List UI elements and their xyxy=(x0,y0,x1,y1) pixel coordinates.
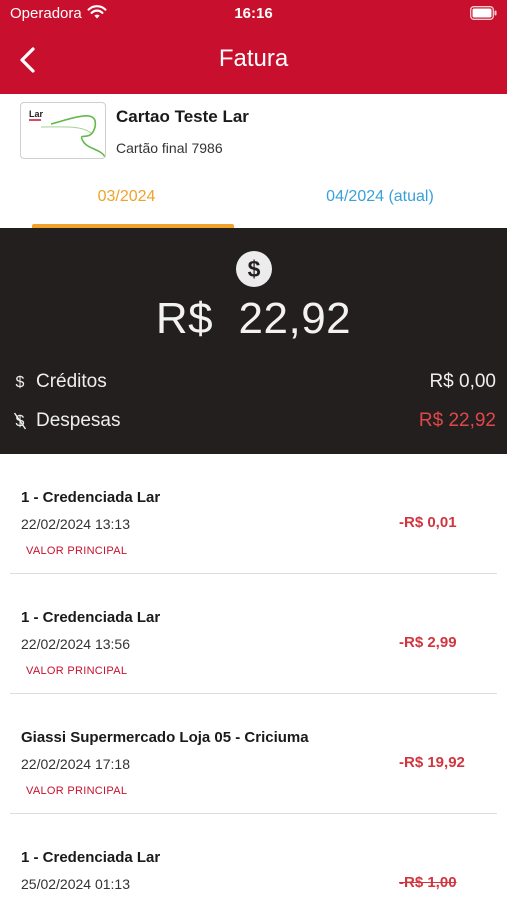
dollar-circle-icon: $ xyxy=(236,251,272,287)
app-header: Operadora 16:16 Fatura xyxy=(0,0,507,94)
clock: 16:16 xyxy=(234,5,273,22)
period-tabs: 03/2024 04/2024 (atual) xyxy=(0,170,507,228)
credits-label: Créditos xyxy=(36,371,107,392)
expenses-row: $ Despesas R$ 22,92 xyxy=(0,407,507,437)
invoice-summary: $ R$ 22,92 $ Créditos R$ 0,00 $ Despesas… xyxy=(0,228,507,454)
card-info: Lar xyxy=(0,94,507,170)
dollar-icon: $ xyxy=(16,374,25,391)
credits-row: $ Créditos R$ 0,00 xyxy=(0,368,507,398)
transaction-tag: VALOR PRINCIPAL xyxy=(26,545,128,557)
transaction-title: 1 - Credenciada Lar xyxy=(21,849,161,866)
transaction-title: 1 - Credenciada Lar xyxy=(21,609,161,626)
transaction-item[interactable]: 1 - Credenciada Lar 25/02/2024 01:13 -R$… xyxy=(0,814,507,900)
transaction-tag: VALOR PRINCIPAL xyxy=(26,665,128,677)
tab-03-2024[interactable]: 03/2024 xyxy=(0,170,253,228)
expenses-value: R$ 22,92 xyxy=(418,410,496,431)
svg-text:$: $ xyxy=(16,374,25,391)
transaction-title: 1 - Credenciada Lar xyxy=(21,489,161,506)
invoice-total: R$ 22,92 xyxy=(0,294,507,344)
transaction-amount: -R$ 0,01 xyxy=(399,514,457,531)
dollar-off-icon: $ xyxy=(14,412,26,430)
card-last-digits: Cartão final 7986 xyxy=(116,140,223,156)
transaction-tag: VALOR PRINCIPAL xyxy=(26,785,128,797)
transaction-amount: -R$ 19,92 xyxy=(399,754,465,771)
transaction-item[interactable]: 1 - Credenciada Lar 22/02/2024 13:13 VAL… xyxy=(0,454,507,574)
transaction-item[interactable]: Giassi Supermercado Loja 05 - Criciuma 2… xyxy=(0,694,507,814)
transaction-date: 22/02/2024 17:18 xyxy=(21,756,130,772)
transaction-date: 25/02/2024 01:13 xyxy=(21,876,130,892)
expenses-label: Despesas xyxy=(36,410,121,431)
battery-icon xyxy=(470,6,497,20)
credits-value: R$ 0,00 xyxy=(429,371,496,392)
transaction-amount-cancelled: -R$ 1,00 xyxy=(399,874,457,891)
card-name: Cartao Teste Lar xyxy=(116,107,249,126)
status-bar: Operadora 16:16 xyxy=(0,0,507,28)
total-value: 22,92 xyxy=(238,294,352,343)
total-currency: R$ xyxy=(155,294,214,343)
tab-04-2024-current[interactable]: 04/2024 (atual) xyxy=(253,170,507,228)
transaction-item[interactable]: 1 - Credenciada Lar 22/02/2024 13:56 VAL… xyxy=(0,574,507,694)
card-wave-graphic xyxy=(29,115,105,158)
transaction-date: 22/02/2024 13:13 xyxy=(21,516,130,532)
page-title: Fatura xyxy=(218,45,289,72)
card-thumbnail: Lar xyxy=(20,102,106,159)
svg-text:$: $ xyxy=(248,256,261,282)
transaction-title: Giassi Supermercado Loja 05 - Criciuma xyxy=(21,729,309,746)
transaction-date: 22/02/2024 13:56 xyxy=(21,636,130,652)
transaction-amount: -R$ 2,99 xyxy=(399,634,457,651)
